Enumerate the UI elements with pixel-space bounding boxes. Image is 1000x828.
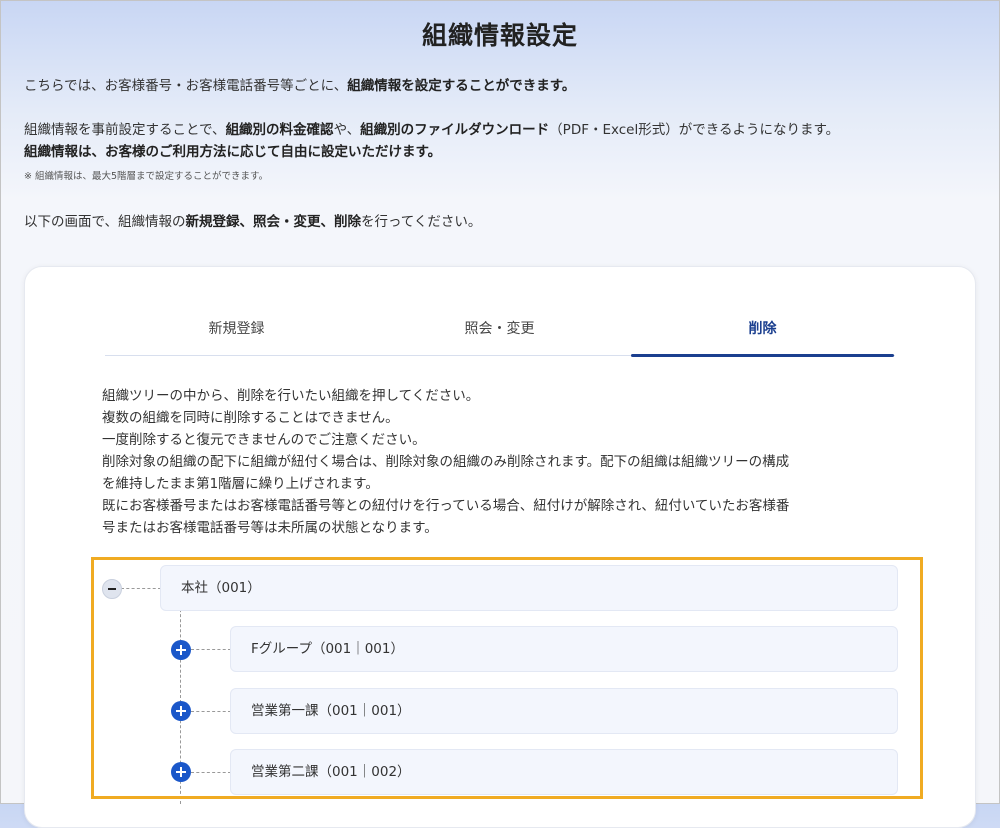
instruction-line: 削除対象の組織の配下に組織が紐付く場合は、削除対象の組織のみ削除されます。配下の…	[102, 454, 790, 470]
page-title: 組織情報設定	[421, 21, 578, 50]
intro-bold-text: 組織別の料金確認	[225, 122, 334, 138]
tab-delete[interactable]: 削除	[631, 315, 894, 357]
intro-line-2: 組織情報を事前設定することで、組織別の料金確認や、組織別のファイルダウンロード（…	[24, 118, 839, 138]
intro-text: （PDF・Excel形式）ができるようになります。	[549, 122, 840, 138]
intro-bold-text: 新規登録、照会・変更、削除	[185, 214, 361, 230]
instruction-line: 既にお客様番号またはお客様電話番号等との紐付けを行っている場合、紐付けが解除され…	[102, 498, 790, 514]
tab-inquiry-change[interactable]: 照会・変更	[368, 315, 631, 355]
intro-line-1: こちらでは、お客様番号・お客様電話番号等ごとに、組織情報を設定することができます…	[24, 74, 575, 94]
instruction-line: を維持したまま第1階層に繰り上げされます。	[102, 476, 379, 492]
intro-text: を行ってください。	[360, 214, 482, 230]
intro-line-4: 以下の画面で、組織情報の新規登録、照会・変更、削除を行ってください。	[24, 210, 481, 230]
instruction-line: 複数の組織を同時に削除することはできません。	[102, 410, 399, 426]
instruction-line: 組織ツリーの中から、削除を行いたい組織を押してください。	[102, 388, 480, 404]
tree-highlight-box	[91, 557, 923, 799]
tab-bar: 新規登録 照会・変更 削除	[105, 315, 895, 357]
note-text: ※ 組織情報は、最大5階層まで設定することができます。	[24, 171, 269, 182]
instruction-line: 号またはお客様電話番号等は未所属の状態となります。	[102, 520, 438, 536]
intro-bold-text: 組織別のファイルダウンロード	[360, 122, 550, 138]
intro-line-3: 組織情報は、お客様のご利用方法に応じて自由に設定いただけます。	[24, 140, 441, 160]
intro-bold-text: 組織情報を設定することができます。	[347, 78, 576, 94]
intro-text: や、	[333, 122, 361, 138]
tab-new-registration[interactable]: 新規登録	[105, 315, 368, 355]
instruction-line: 一度削除すると復元できませんのでご注意ください。	[102, 432, 426, 448]
intro-text: こちらでは、お客様番号・お客様電話番号等ごとに、	[24, 78, 348, 94]
intro-text: 組織情報を事前設定することで、	[24, 122, 226, 138]
intro-bold-text: 組織情報は、お客様のご利用方法に応じて自由に設定いただけます。	[24, 144, 442, 160]
intro-text: 以下の画面で、組織情報の	[24, 214, 186, 230]
delete-instructions: 組織ツリーの中から、削除を行いたい組織を押してください。 複数の組織を同時に削除…	[102, 385, 892, 539]
